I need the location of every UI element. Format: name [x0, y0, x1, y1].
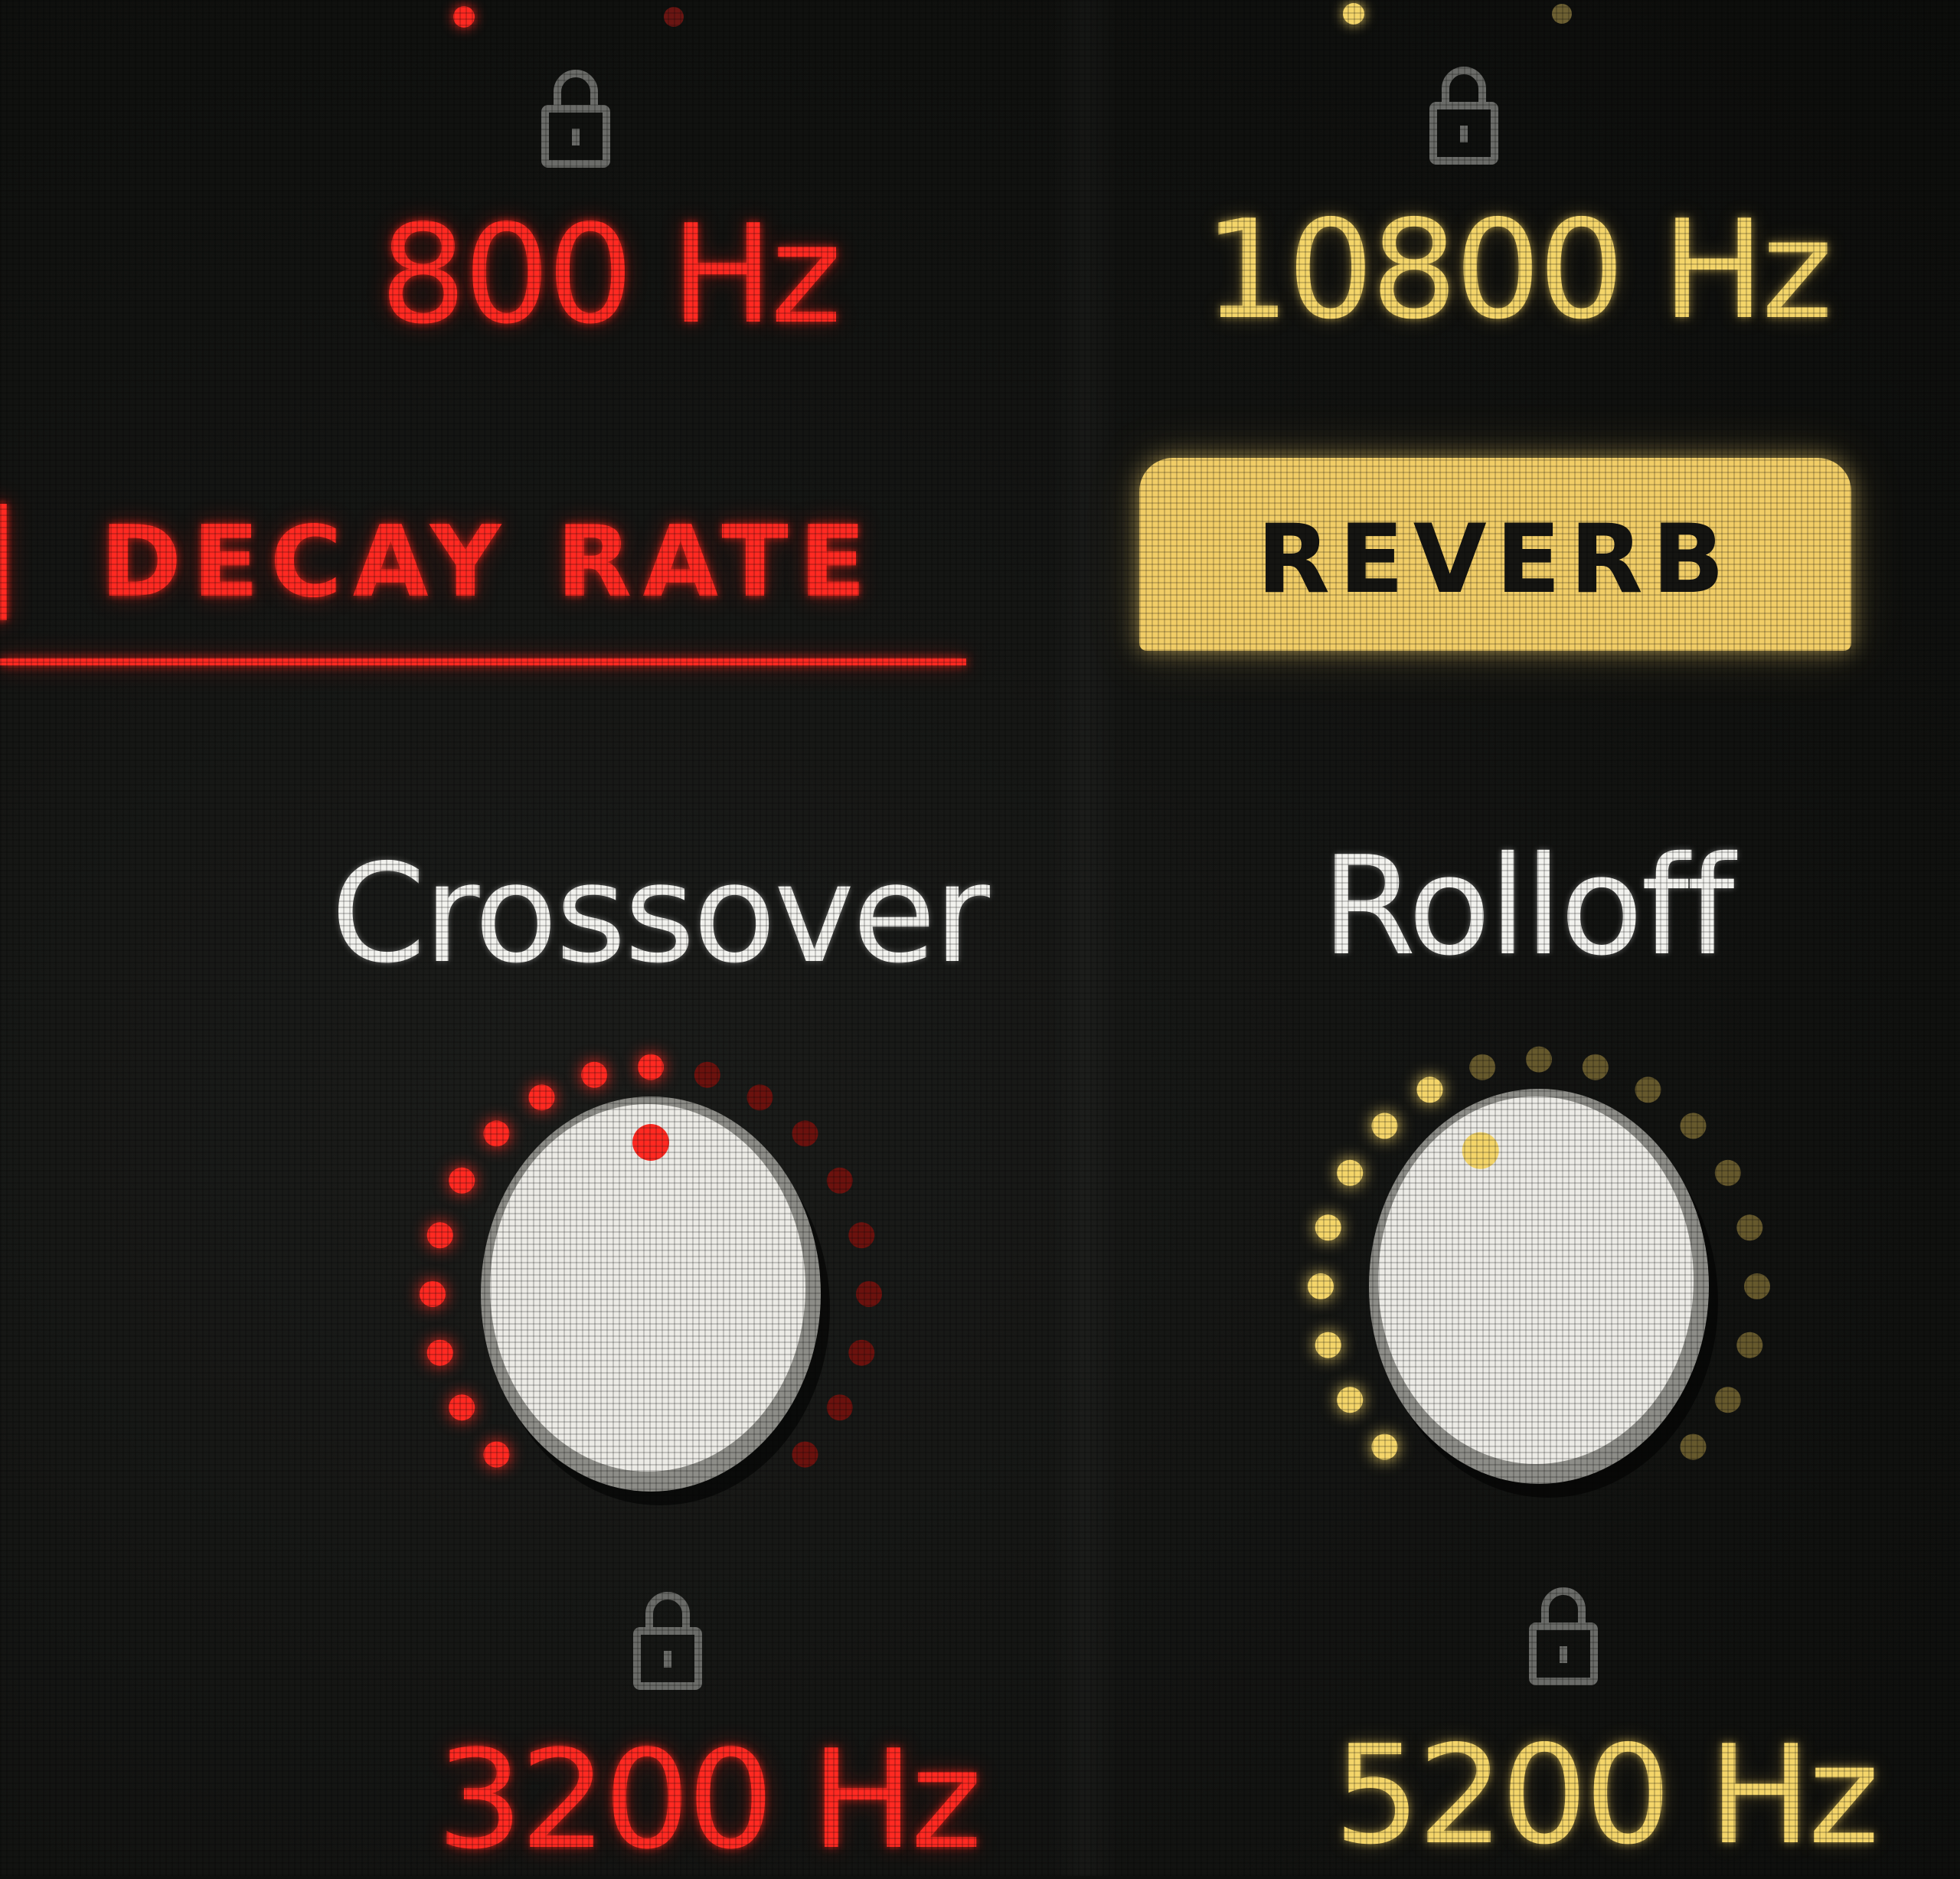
knob-led-dot: [848, 1339, 875, 1366]
rolloff-title: Rolloff: [1321, 827, 1735, 985]
knob-led-dot: [1736, 1332, 1763, 1358]
crossover-value: 3200 Hz: [436, 1721, 982, 1879]
knob-led-dot: [1736, 1214, 1763, 1241]
knob-led-dot: [1315, 1332, 1341, 1358]
lock-icon[interactable]: [541, 63, 611, 170]
top-right-frequency-value: 10800 Hz: [1204, 191, 1833, 349]
knob-led-dot: [1308, 1273, 1334, 1299]
knob-led-dot: [1635, 1077, 1661, 1103]
knob-led-dot: [856, 1281, 882, 1307]
knob-led-dot: [426, 1222, 453, 1249]
knob-led-dot: [449, 1394, 475, 1421]
lock-icon[interactable]: [1528, 1580, 1599, 1688]
knob-led-dot: [826, 1167, 853, 1194]
crossover-knob[interactable]: [398, 1041, 903, 1562]
knob-led-dot: [792, 1441, 818, 1468]
knob-led-dot: [420, 1281, 446, 1307]
rolloff-knob[interactable]: [1286, 1034, 1792, 1554]
decay-rate-tab[interactable]: ▌ DECAY RATE: [0, 505, 877, 619]
knob-led-dot: [528, 1084, 555, 1111]
knob-led-dot: [1714, 1159, 1741, 1186]
knob-led-dot: [483, 1120, 510, 1147]
knob-led-dot: [1416, 1077, 1443, 1103]
knob-led-dot: [1371, 1433, 1398, 1460]
knob-led-dot: [483, 1441, 510, 1468]
knob-led-dot: [1526, 1046, 1552, 1073]
knob-led-dot: [638, 1054, 664, 1080]
knob-led-dot: [1371, 1113, 1398, 1139]
reverb-label: REVERB: [1256, 505, 1734, 615]
decay-rate-label: DECAY RATE: [100, 505, 877, 619]
rolloff-value: 5200 Hz: [1334, 1716, 1880, 1874]
knob-led-dot: [426, 1339, 453, 1366]
knob-led-dot: [1582, 1054, 1609, 1080]
knob-led-dot: [1744, 1273, 1770, 1299]
knob-face[interactable]: [1378, 1096, 1694, 1464]
knob-led-dot: [449, 1167, 475, 1194]
knob-led-dot: [1337, 1159, 1364, 1186]
knob-led-dot: [1469, 1054, 1496, 1080]
knob-led-dot: [1315, 1214, 1341, 1241]
knob-led-dot: [581, 1061, 608, 1088]
knob-led-dot: [848, 1222, 875, 1249]
knob-led-dot: [1714, 1387, 1741, 1413]
column-divider: [1050, 0, 1119, 1876]
reverb-tab-button[interactable]: REVERB: [1139, 458, 1851, 651]
knob-led-dot: [1680, 1113, 1707, 1139]
lock-icon[interactable]: [1429, 60, 1499, 167]
knob-led-dot: [792, 1120, 818, 1147]
knob-indicator: [1462, 1132, 1499, 1169]
decay-rate-underline: [0, 658, 966, 665]
top-knob-dots: [453, 3, 1572, 28]
knob-led-dot: [1680, 1433, 1707, 1460]
top-left-frequency-value: 800 Hz: [380, 195, 842, 354]
knob-led-dot: [694, 1061, 720, 1088]
knob-led-dot: [1337, 1387, 1364, 1413]
knob-indicator: [632, 1124, 669, 1161]
knob-led-dot: [746, 1084, 773, 1111]
lock-icon[interactable]: [632, 1585, 703, 1692]
knob-led-dot: [826, 1394, 853, 1421]
crossover-title: Crossover: [331, 835, 990, 993]
